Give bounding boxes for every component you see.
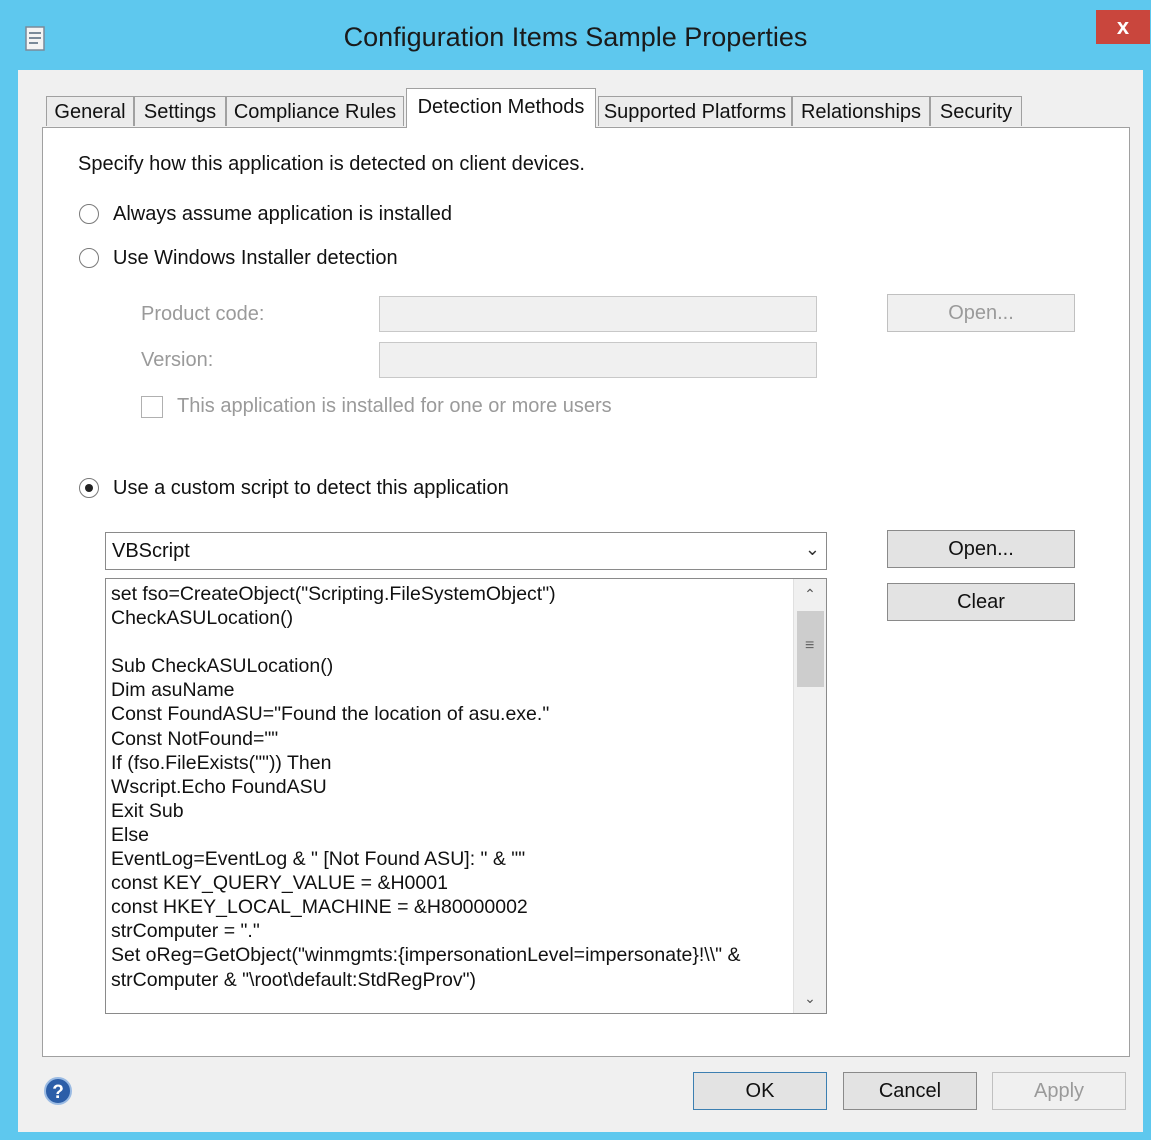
script-clear-button[interactable]: Clear (887, 583, 1075, 621)
apply-button[interactable]: Apply (992, 1072, 1126, 1110)
title-bar: Configuration Items Sample Properties x (0, 0, 1151, 70)
properties-dialog: Configuration Items Sample Properties x … (0, 0, 1151, 1140)
product-code-field[interactable] (379, 296, 817, 332)
always-installed-radio[interactable] (79, 204, 99, 224)
scroll-thumb[interactable]: ≡ (797, 611, 824, 687)
installed-for-users-checkbox[interactable] (141, 396, 163, 418)
tab-supported-platforms[interactable]: Supported Platforms (598, 96, 792, 126)
code-line: Set oReg=GetObject("winmgmts:{impersonat… (111, 944, 741, 967)
scroll-down-icon[interactable]: ⌄ (794, 983, 826, 1013)
instruction-text: Specify how this application is detected… (78, 153, 585, 175)
dialog-body: General Settings Compliance Rules Detect… (18, 70, 1143, 1132)
code-line: Else (111, 823, 149, 846)
custom-script-radio[interactable] (79, 478, 99, 498)
script-language-select[interactable]: VBScript ⌄ (105, 532, 827, 570)
code-line: Dim asuName (111, 679, 235, 702)
window-title: Configuration Items Sample Properties (343, 22, 808, 52)
tab-compliance-rules[interactable]: Compliance Rules (226, 96, 404, 126)
always-installed-label[interactable]: Always assume application is installed (113, 203, 452, 226)
scroll-up-icon[interactable]: ⌃ (794, 579, 826, 609)
tab-security[interactable]: Security (930, 96, 1022, 126)
msi-open-button[interactable]: Open... (887, 294, 1075, 332)
chevron-down-icon[interactable]: ⌄ (805, 539, 820, 560)
code-line: EventLog=EventLog & " [Not Found ASU]: "… (111, 848, 526, 871)
ok-button[interactable]: OK (693, 1072, 827, 1110)
script-code[interactable]: set fso=CreateObject("Scripting.FileSyst… (111, 582, 790, 992)
detection-methods-panel: Specify how this application is detected… (42, 127, 1130, 1057)
code-line: Const NotFound="" (111, 727, 279, 750)
cancel-button[interactable]: Cancel (843, 1072, 977, 1110)
code-line: strComputer = "." (111, 920, 260, 943)
code-line: CheckASULocation() (111, 607, 294, 630)
code-line: const HKEY_LOCAL_MACHINE = &H80000002 (111, 896, 528, 919)
code-line: const KEY_QUERY_VALUE = &H0001 (111, 872, 448, 895)
installed-for-users-label[interactable]: This application is installed for one or… (177, 395, 612, 418)
tab-relationships[interactable]: Relationships (792, 96, 930, 126)
code-line: Sub CheckASULocation() (111, 655, 334, 678)
custom-script-label[interactable]: Use a custom script to detect this appli… (113, 477, 509, 500)
code-line: strComputer & "\root\default:StdRegProv"… (111, 968, 476, 991)
tab-detection-methods[interactable]: Detection Methods (406, 88, 596, 128)
product-code-label: Product code: (141, 303, 265, 325)
code-line: Const FoundASU="Found the location of as… (111, 703, 550, 726)
version-field[interactable] (379, 342, 817, 378)
code-line: set fso=CreateObject("Scripting.FileSyst… (111, 583, 556, 605)
code-line: If (fso.FileExists("")) Then (111, 751, 332, 774)
help-icon[interactable]: ? (44, 1077, 72, 1105)
close-button[interactable]: x (1096, 10, 1150, 44)
code-line: Wscript.Echo FoundASU (111, 775, 327, 798)
editor-scrollbar[interactable]: ⌃ ≡ ⌄ (793, 579, 826, 1013)
tab-settings[interactable]: Settings (134, 96, 226, 126)
tab-general[interactable]: General (46, 96, 134, 126)
script-open-button[interactable]: Open... (887, 530, 1075, 568)
script-editor[interactable]: set fso=CreateObject("Scripting.FileSyst… (105, 578, 827, 1014)
version-label: Version: (141, 349, 214, 371)
script-language-value: VBScript (112, 540, 190, 562)
windows-installer-label[interactable]: Use Windows Installer detection (113, 247, 398, 270)
windows-installer-radio[interactable] (79, 248, 99, 268)
code-line: Exit Sub (111, 799, 184, 822)
